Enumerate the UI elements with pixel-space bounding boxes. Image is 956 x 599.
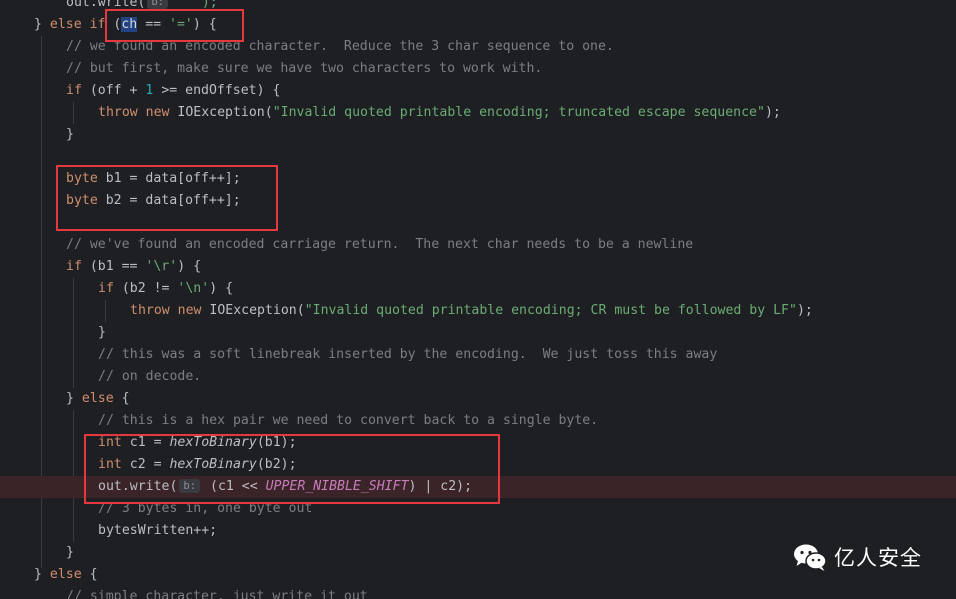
code-line[interactable]: if (off + 1 >= endOffset) {	[0, 80, 956, 102]
code-line[interactable]: bytesWritten++;	[0, 520, 956, 542]
code-comment[interactable]: // this is a hex pair we need to convert…	[0, 410, 956, 432]
code-line[interactable]: if (b1 == '\r') {	[0, 256, 956, 278]
code-token: '\r'	[145, 259, 178, 274]
annotation-box-hex-decode	[84, 434, 500, 504]
parameter-hint: b:	[147, 0, 169, 9]
code-token: (b2 !=	[113, 281, 178, 296]
code-token: if	[66, 259, 82, 274]
code-token: }	[34, 567, 50, 582]
code-token: else	[49, 567, 82, 582]
code-token: else if	[49, 17, 106, 32]
wechat-icon	[794, 544, 827, 571]
code-token: else	[81, 391, 114, 406]
watermark-text: 亿人安全	[834, 546, 922, 570]
code-token: throw new	[98, 105, 170, 120]
code-comment[interactable]: // we've found an encoded carriage retur…	[0, 234, 956, 256]
code-token: >= endOffset) {	[153, 83, 281, 98]
code-line[interactable]: if (b2 != '\n') {	[0, 278, 956, 300]
code-line[interactable]: }	[0, 124, 956, 146]
code-token: );	[796, 303, 813, 318]
code-token: (b1 ==	[81, 259, 146, 274]
code-token: IOException(	[201, 303, 305, 318]
code-token: (off +	[81, 83, 146, 98]
code-token: if	[98, 281, 114, 296]
code-token: if	[66, 83, 82, 98]
code-line[interactable]: throw new IOException("Invalid quoted pr…	[0, 102, 956, 124]
code-comment[interactable]: // simple character, just write it out	[0, 586, 956, 599]
code-token: ) {	[209, 281, 234, 296]
annotation-box-byte-reads	[56, 165, 278, 231]
code-token: '\n'	[177, 281, 210, 296]
code-comment[interactable]: // on decode.	[0, 366, 956, 388]
code-editor[interactable]: out.write(b: ' '); } else if (ch == '=')…	[0, 0, 956, 599]
code-comment[interactable]: // this was a soft linebreak inserted by…	[0, 344, 956, 366]
code-token: {	[81, 567, 98, 582]
annotation-box-ch	[105, 9, 244, 42]
code-line[interactable]: } else {	[0, 388, 956, 410]
code-token: {	[113, 391, 130, 406]
code-token: );	[764, 105, 781, 120]
code-token: }	[66, 391, 82, 406]
code-token: IOException(	[169, 105, 273, 120]
code-token: "Invalid quoted printable encoding; trun…	[272, 105, 765, 120]
code-token: throw new	[130, 303, 202, 318]
code-token: }	[34, 17, 50, 32]
watermark: 亿人安全	[792, 540, 922, 574]
code-comment[interactable]: // but first, make sure we have two char…	[0, 58, 956, 80]
code-token: ) {	[177, 259, 202, 274]
code-token: "Invalid quoted printable encoding; CR m…	[304, 303, 797, 318]
code-line[interactable]: }	[0, 322, 956, 344]
code-line[interactable]: throw new IOException("Invalid quoted pr…	[0, 300, 956, 322]
